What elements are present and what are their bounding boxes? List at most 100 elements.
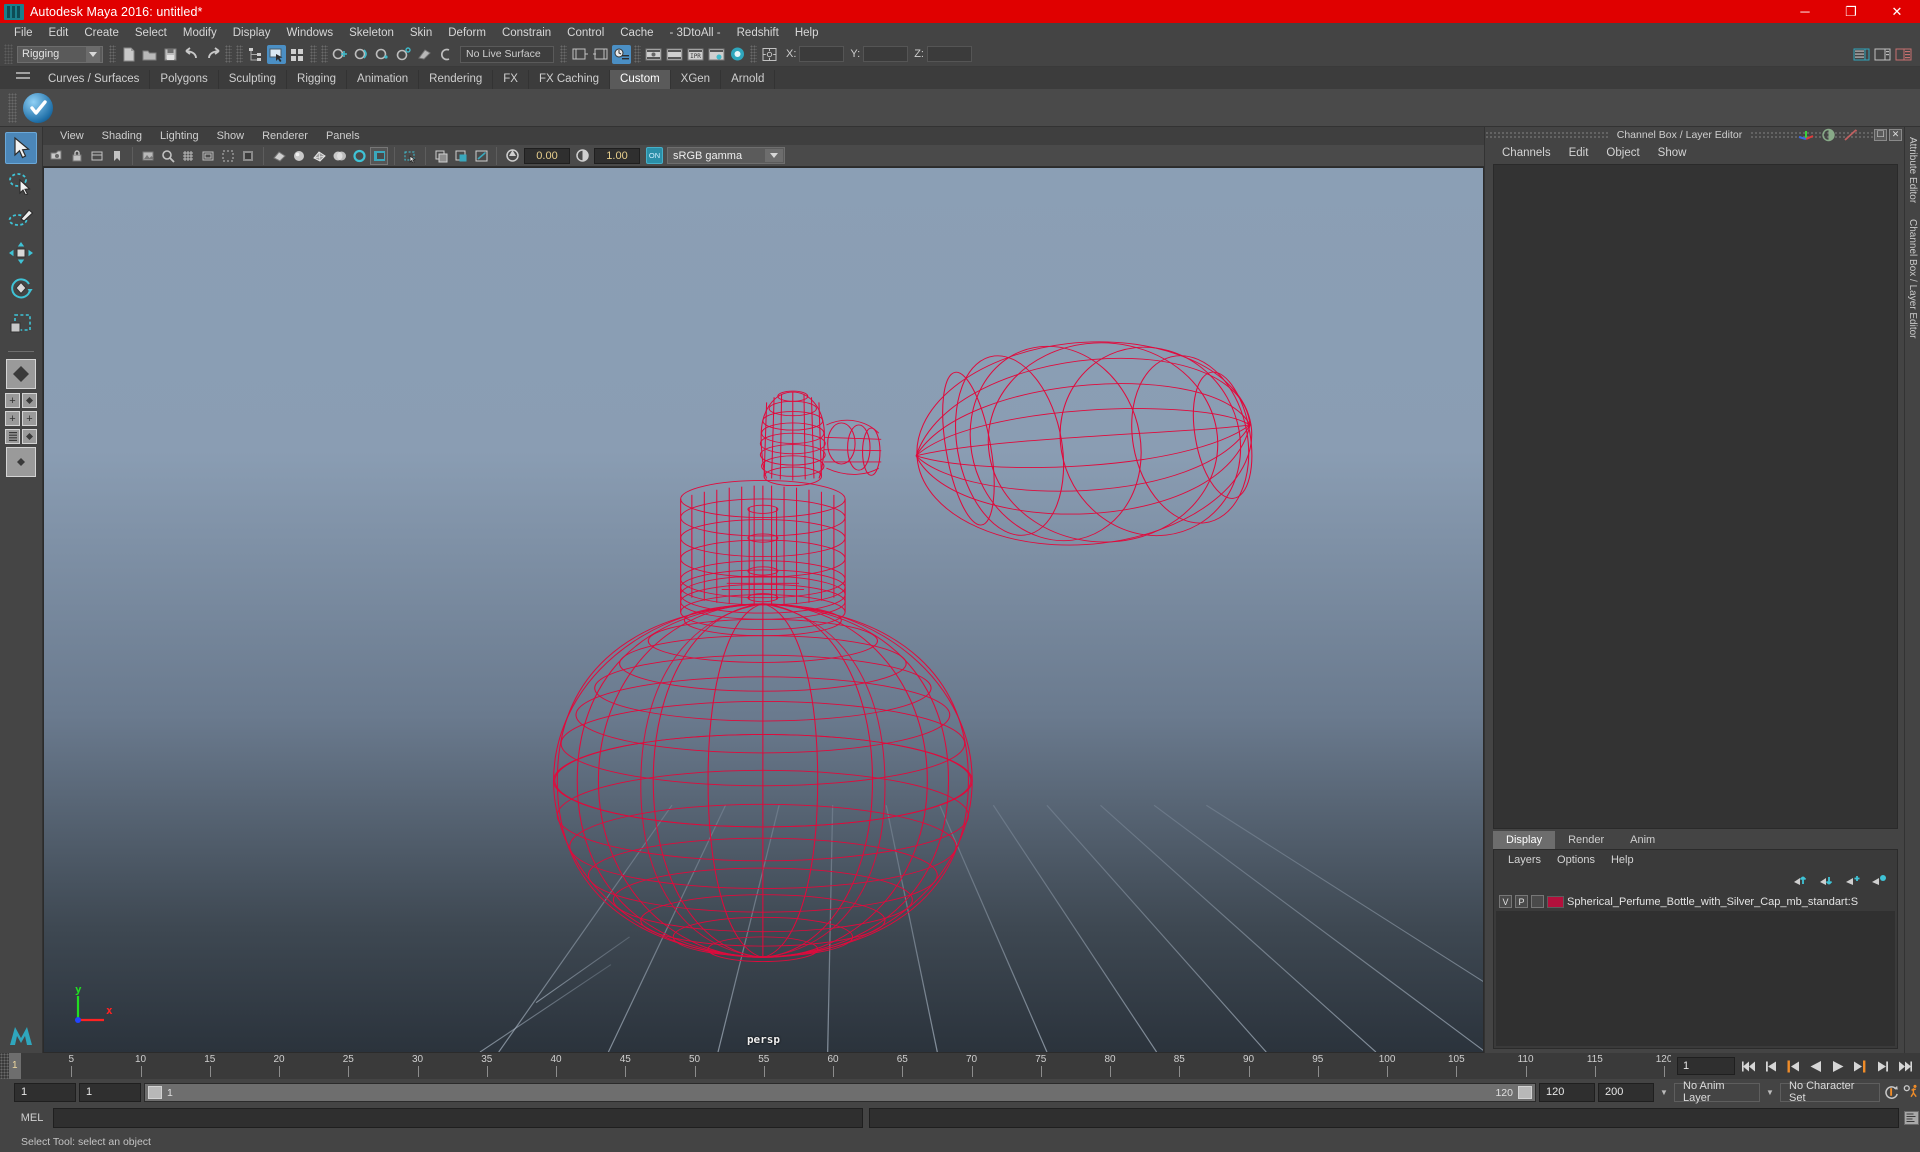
show-attribute-editor-right-icon[interactable] [1873,45,1892,64]
exposure-icon[interactable] [503,147,521,165]
lasso-select-tool[interactable] [5,167,37,199]
dock-close-button[interactable]: ✕ [1889,128,1902,141]
menu-edit[interactable]: Edit [41,26,77,40]
tab-display[interactable]: Display [1493,831,1556,849]
menu-display[interactable]: Display [225,26,279,40]
command-output[interactable] [869,1108,1899,1128]
color-profile-selector[interactable]: sRGB gamma [667,147,785,164]
shelf-tab-custom[interactable]: Custom [610,70,671,89]
outliner-persp-layout[interactable] [5,429,37,444]
make-live-icon[interactable] [436,45,455,64]
transform-axes-icon[interactable] [1798,128,1814,142]
menu-create[interactable]: Create [76,26,127,40]
chevron-down-icon[interactable]: ▼ [1657,1083,1671,1102]
shading-sphere-icon[interactable] [1821,128,1836,142]
smooth-shade-icon[interactable] [330,147,348,165]
range-slider-left-handle[interactable] [148,1085,162,1099]
character-set-selector[interactable]: No Character Set [1780,1080,1880,1104]
viewport-menu-shading[interactable]: Shading [93,130,151,142]
layer-name[interactable]: Spherical_Perfume_Bottle_with_Silver_Cap… [1567,896,1858,908]
select-by-object-icon[interactable] [267,44,286,64]
color-management-toggle[interactable]: ON [646,147,663,164]
dock-grip-left[interactable] [1485,131,1609,138]
layout-quad-bl[interactable]: + [5,411,20,426]
move-layer-down-icon[interactable] [1819,874,1835,887]
shelf-menu-icon[interactable] [16,72,30,86]
tab-anim[interactable]: Anim [1617,831,1669,849]
range-slider[interactable]: 1 120 [144,1082,1536,1102]
new-scene-icon[interactable] [119,45,138,64]
layer-menu-options[interactable]: Options [1549,854,1603,866]
layout-quad-br[interactable]: + [22,411,37,426]
open-scene-icon[interactable] [140,45,159,64]
channel-box-content[interactable] [1493,164,1898,829]
gamma-icon[interactable] [573,147,591,165]
list-item[interactable]: V P Spherical_Perfume_Bottle_with_Silver… [1496,892,1895,911]
image-plane-icon[interactable] [139,147,157,165]
paint-select-tool[interactable] [5,202,37,234]
save-scene-icon[interactable] [161,45,180,64]
go-to-start-icon[interactable] [1741,1058,1758,1075]
range-slider-right-handle[interactable] [1518,1085,1532,1099]
time-slider[interactable]: 5 10 15 20 25 30 35 40 45 50 55 60 65 70 75 80 85 90 95 100… [9,1053,1671,1079]
channel-menu-object[interactable]: Object [1597,147,1648,159]
dock-float-button[interactable]: ☐ [1874,128,1887,141]
menu-cache[interactable]: Cache [612,26,661,40]
3dtoall-check-icon[interactable] [23,92,53,123]
command-language-label[interactable]: MEL [11,1112,53,1124]
snap-to-view-plane-icon[interactable] [415,45,434,64]
step-back-keyframe-icon[interactable] [1763,1058,1780,1075]
layout-quad-tl[interactable]: + [5,393,20,408]
layer-color-swatch[interactable] [1547,895,1564,908]
shelf-tab-arnold[interactable]: Arnold [721,70,776,89]
layer-list[interactable]: V P Spherical_Perfume_Bottle_with_Silver… [1496,892,1895,1046]
render-current-frame-icon[interactable] [644,45,663,64]
menu-select[interactable]: Select [127,26,175,40]
render-sequence-icon[interactable] [665,45,684,64]
grid-toggle-icon[interactable] [179,147,197,165]
viewport-menu-lighting[interactable]: Lighting [151,130,208,142]
viewport-menu-renderer[interactable]: Renderer [253,130,317,142]
shelf-tab-polygons[interactable]: Polygons [150,70,219,89]
step-back-frame-icon[interactable] [1785,1058,1802,1075]
tab-render[interactable]: Render [1555,831,1618,849]
lock-camera-icon[interactable] [68,147,86,165]
menu-redshift[interactable]: Redshift [729,26,787,40]
input-output-connection-icon[interactable] [1843,128,1858,142]
minimize-button[interactable]: ─ [1782,0,1828,23]
select-by-component-icon[interactable] [288,45,307,64]
anim-end-time-field[interactable]: 200 [1598,1082,1654,1102]
go-to-end-icon[interactable] [1895,1058,1912,1075]
move-tool[interactable] [5,237,37,269]
texture-display-icon[interactable] [370,146,388,165]
layout-quad-tr[interactable] [22,393,37,408]
menu-windows[interactable]: Windows [278,26,341,40]
layer-menu-layers[interactable]: Layers [1500,854,1549,866]
use-default-lighting-icon[interactable] [401,147,419,165]
move-layer-up-icon[interactable] [1793,874,1809,887]
four-view-layout-bottom[interactable]: + + [5,411,37,426]
undo-icon[interactable] [182,45,201,64]
current-frame-field[interactable]: 1 [1677,1057,1735,1075]
resolution-gate-icon[interactable] [219,147,237,165]
shelf-tab-curves-surfaces[interactable]: Curves / Surfaces [38,70,151,89]
menu-skin[interactable]: Skin [402,26,440,40]
show-tool-settings-icon[interactable] [591,45,610,64]
shelf-tab-animation[interactable]: Animation [347,70,420,89]
create-layer-from-selected-icon[interactable] [1871,874,1887,887]
toolbar-grip[interactable] [4,44,13,64]
rotate-tool[interactable] [5,272,37,304]
channel-menu-show[interactable]: Show [1649,147,1696,159]
maximize-button[interactable]: ❐ [1828,0,1874,23]
select-by-hierarchy-icon[interactable] [246,45,265,64]
menu-constrain[interactable]: Constrain [494,26,559,40]
channel-menu-channels[interactable]: Channels [1493,147,1560,159]
play-backwards-icon[interactable] [1807,1058,1824,1075]
camera-attributes-icon[interactable] [88,147,106,165]
shelf-tab-fx-caching[interactable]: FX Caching [528,70,611,89]
layer-menu-help[interactable]: Help [1603,854,1642,866]
shelf-tab-fx[interactable]: FX [493,70,529,89]
shelf-tab-xgen[interactable]: XGen [670,70,722,89]
anim-start-time-field[interactable]: 1 [14,1082,76,1102]
viewport-menu-view[interactable]: View [51,130,93,142]
